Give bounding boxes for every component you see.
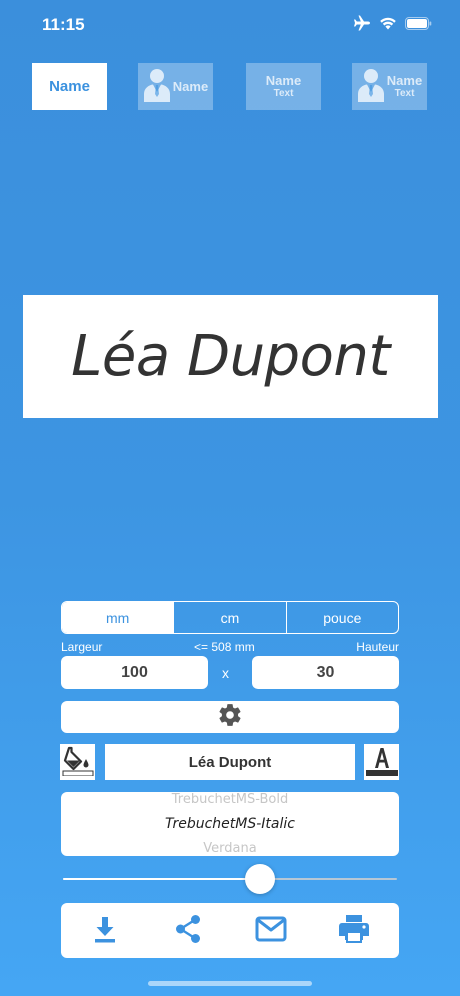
share-button[interactable]: [172, 914, 204, 949]
settings-button[interactable]: [61, 701, 399, 733]
template-label: Name: [172, 79, 209, 94]
unit-segmented-control: mm cm pouce: [61, 601, 399, 634]
share-icon: [174, 914, 202, 949]
download-button[interactable]: [89, 915, 121, 947]
airplane-icon: [353, 15, 371, 36]
dimension-separator: x: [222, 665, 229, 681]
template-name-only[interactable]: Name: [32, 63, 107, 110]
font-option-previous[interactable]: TrebuchetMS-Bold: [61, 792, 399, 807]
slider-fill: [63, 878, 261, 880]
label-preview: Léa Dupont: [23, 295, 438, 418]
label-text-input[interactable]: Léa Dupont: [105, 744, 355, 780]
template-sublabel: Text: [273, 88, 294, 100]
status-bar: 11:15: [0, 0, 460, 50]
font-option-next[interactable]: Verdana: [61, 841, 399, 856]
template-photo-name-text[interactable]: Name Text: [352, 63, 427, 110]
print-button[interactable]: [338, 914, 370, 949]
slider-thumb[interactable]: [245, 864, 276, 894]
email-button[interactable]: [255, 915, 287, 947]
font-color-icon: [365, 744, 398, 781]
action-bar: [61, 903, 399, 958]
template-label: Name: [386, 72, 423, 88]
template-label: Name: [49, 78, 90, 95]
status-icons: [353, 15, 432, 36]
font-picker[interactable]: TrebuchetMS-Bold TrebuchetMS-Italic Verd…: [61, 792, 399, 856]
template-sublabel: Text: [394, 88, 415, 100]
size-limit-label: <= 508 mm: [194, 640, 255, 654]
person-icon: [143, 66, 171, 107]
wifi-icon: [379, 16, 397, 35]
font-option-selected[interactable]: TrebuchetMS-Italic: [61, 816, 399, 832]
width-label: Largeur: [61, 640, 103, 654]
width-input[interactable]: 100: [61, 656, 208, 689]
battery-icon: [405, 16, 432, 35]
person-icon: [357, 66, 385, 107]
home-indicator: [148, 981, 312, 986]
unit-option-mm[interactable]: mm: [62, 602, 174, 633]
unit-option-cm[interactable]: cm: [173, 602, 285, 633]
background-color-button[interactable]: [60, 744, 95, 780]
template-photo-name[interactable]: Name: [138, 63, 213, 110]
paint-bucket-icon: [62, 744, 94, 781]
download-icon: [92, 915, 118, 948]
template-name-text[interactable]: Name Text: [246, 63, 321, 110]
font-color-button[interactable]: [364, 744, 399, 780]
template-selector: Name Name Name Text Name Text: [0, 63, 460, 111]
dimension-labels: Largeur <= 508 mm Hauteur: [61, 640, 399, 656]
status-time: 11:15: [42, 15, 85, 34]
height-input[interactable]: 30: [252, 656, 399, 689]
height-label: Hauteur: [356, 640, 399, 654]
printer-icon: [338, 914, 370, 949]
template-label: Name: [265, 72, 302, 88]
font-size-slider[interactable]: [63, 864, 397, 894]
mail-icon: [255, 916, 287, 947]
unit-option-pouce[interactable]: pouce: [285, 602, 398, 633]
gear-icon: [217, 702, 243, 733]
preview-text: Léa Dupont: [71, 324, 390, 389]
